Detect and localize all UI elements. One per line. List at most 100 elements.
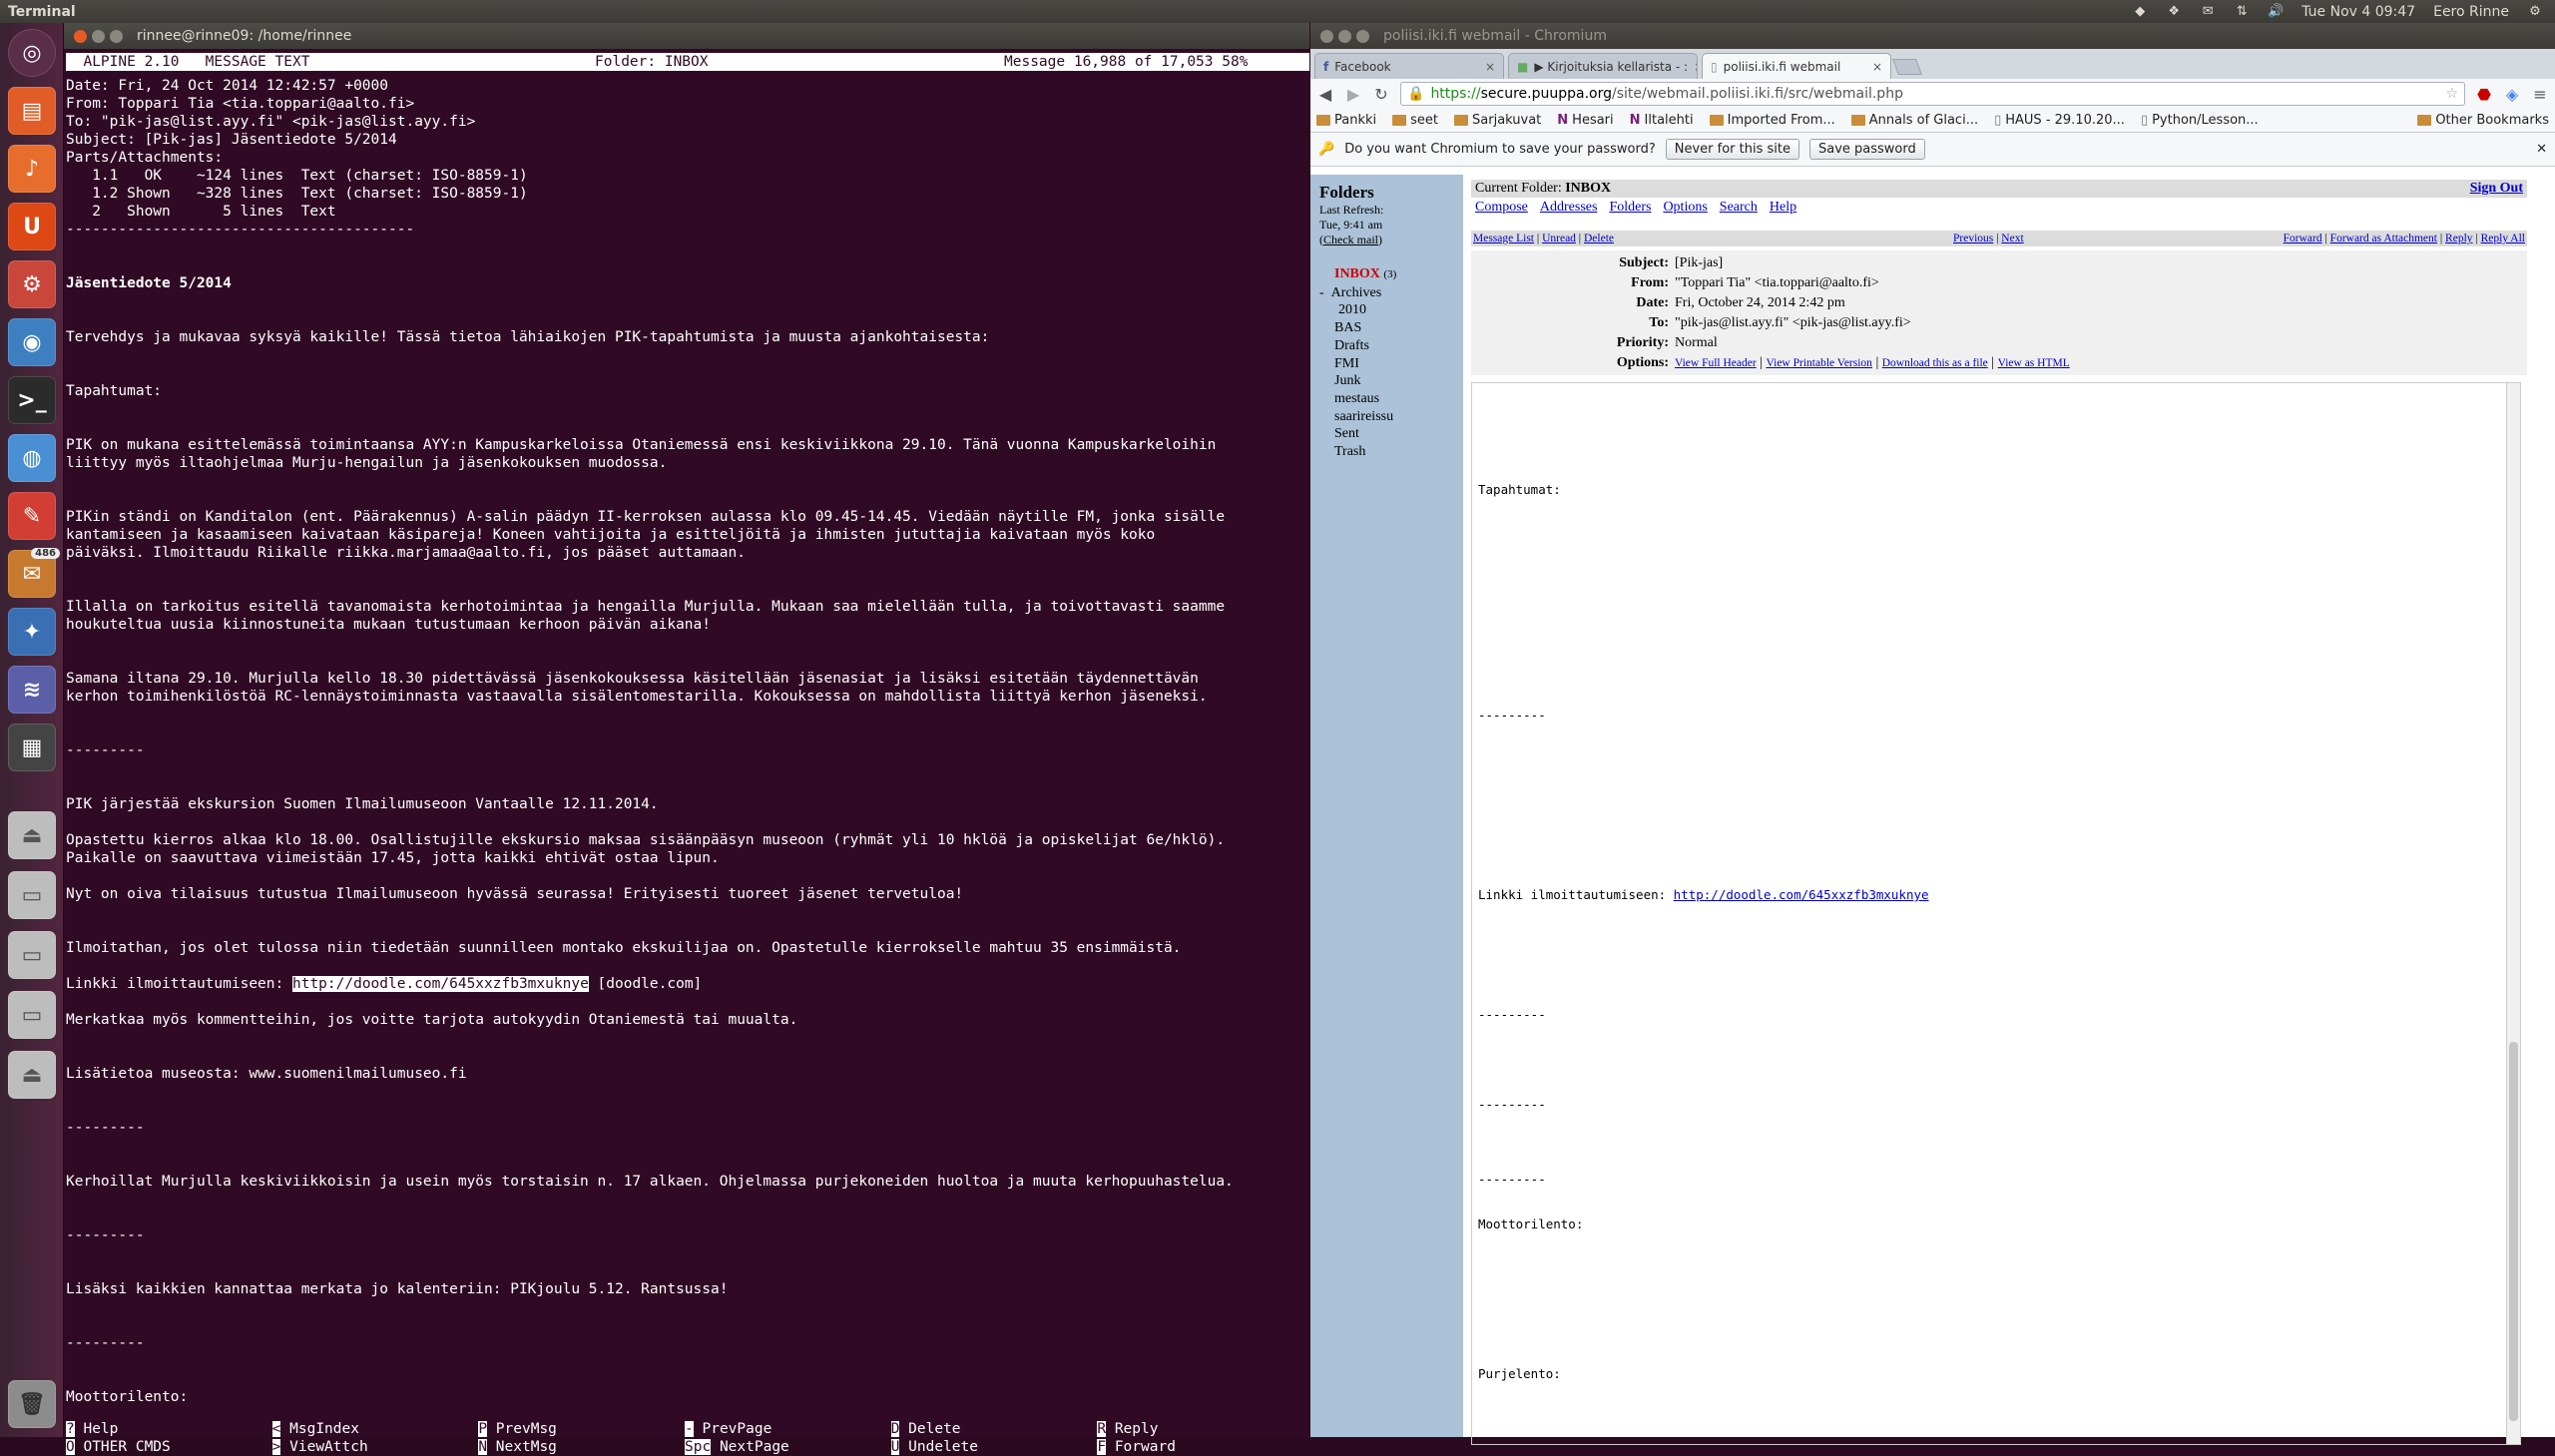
collapse-icon[interactable]: - — [1319, 285, 1331, 300]
google-icon[interactable]: ◈ — [2503, 85, 2521, 104]
settings-icon[interactable]: ⚙ — [8, 260, 56, 308]
transfer-icon[interactable]: ⇅ — [2234, 4, 2250, 19]
dropbox-icon[interactable]: ❖ — [2166, 4, 2182, 19]
menu-link-options[interactable]: Options — [1663, 200, 1707, 216]
chromium-window[interactable]: poliisi.iki.fi webmail - Chromium f Faceb… — [1310, 23, 2555, 1445]
doodle-link[interactable]: http://doodle.com/645xxzfb3mxuknye — [291, 976, 589, 992]
folder-item[interactable]: Trash — [1319, 443, 1454, 461]
scrollbar-thumb[interactable] — [2509, 1042, 2518, 1421]
terminal-titlebar[interactable]: rinnee@rinne09: /home/rinnee — [64, 23, 1309, 49]
close-icon[interactable] — [1320, 29, 1333, 43]
menu-link-folders[interactable]: Folders — [1609, 200, 1651, 216]
close-icon[interactable]: ✕ — [2536, 142, 2547, 157]
drive-icon[interactable]: ⏏ — [8, 811, 56, 859]
mail-icon[interactable]: ✉ 486 — [8, 548, 60, 598]
firefox-icon[interactable]: ◉ — [8, 318, 56, 366]
folder-item[interactable]: Drafts — [1319, 337, 1454, 355]
bookmark-item[interactable]: ▯ HAUS - 29.10.20... — [1994, 113, 2125, 128]
key-menu-item[interactable]: Spc NextPage — [685, 1438, 891, 1456]
clock[interactable]: Tue Nov 4 09:47 — [2301, 4, 2415, 20]
nav-link[interactable]: Previous — [1953, 233, 1993, 244]
bookmark-item[interactable]: ▯ Python/Lesson... — [2141, 113, 2259, 128]
user-menu[interactable]: Eero Rinne — [2433, 4, 2509, 20]
folder-item[interactable]: 2010 — [1319, 301, 1454, 319]
maximize-icon[interactable] — [1356, 29, 1369, 43]
bookmark-item[interactable]: N Iltalehti — [1630, 113, 1694, 128]
chromium-icon[interactable]: ◍ — [8, 434, 56, 482]
nav-link[interactable]: Forward as Attachment — [2330, 233, 2437, 244]
star-icon[interactable]: ☆ — [2445, 86, 2458, 102]
drive-icon[interactable]: ▭ — [8, 931, 56, 979]
nav-link[interactable]: Forward — [2284, 233, 2322, 244]
key-menu-item[interactable]: < MsgIndex — [271, 1420, 479, 1438]
key-menu-item[interactable]: O OTHER CMDS — [66, 1438, 272, 1456]
menu-icon[interactable]: ≡ — [2531, 85, 2549, 104]
never-save-button[interactable]: Never for this site — [1665, 139, 1799, 160]
folder-item[interactable]: Sent — [1319, 425, 1454, 443]
menu-link-help[interactable]: Help — [1770, 200, 1796, 216]
key-menu-item[interactable]: - PrevPage — [685, 1420, 891, 1438]
chromium-titlebar[interactable]: poliisi.iki.fi webmail - Chromium — [1310, 23, 2555, 49]
bookmark-item[interactable]: Pankki — [1316, 113, 1376, 128]
tab-kirjoituksia[interactable]: ■ ▶ Kirjoituksia kellarista - : × — [1508, 53, 1698, 79]
minimize-icon[interactable] — [1338, 29, 1351, 43]
volume-icon[interactable]: 🔊 — [2268, 4, 2284, 19]
workspace-icon[interactable]: ▦ — [8, 724, 56, 771]
mail-indicator-icon[interactable]: ✉ — [2200, 4, 2216, 19]
thunderbird-icon[interactable]: ✦ — [8, 608, 56, 656]
bookmark-item[interactable]: seet — [1392, 113, 1438, 128]
terminal-icon[interactable]: >_ — [8, 376, 56, 424]
key-menu-item[interactable]: U Undelete — [890, 1438, 1098, 1456]
key-menu-item[interactable]: F Forward — [1097, 1438, 1303, 1456]
tab-webmail[interactable]: ▯ poliisi.iki.fi webmail × — [1702, 53, 1891, 79]
folder-item[interactable]: saarireissu — [1319, 408, 1454, 426]
rhythmbox-icon[interactable]: ♪ — [8, 145, 56, 193]
menu-link-search[interactable]: Search — [1720, 200, 1758, 216]
ubuntu-one-icon[interactable]: U — [8, 203, 56, 250]
nav-link[interactable]: Reply All — [2481, 233, 2525, 244]
folder-inbox[interactable]: INBOX — [1334, 266, 1380, 281]
nav-link[interactable]: Download this as a file — [1882, 357, 1988, 369]
address-bar[interactable]: 🔒 https://secure.puuppa.org/site/webmail… — [1400, 82, 2465, 106]
nav-link[interactable]: Message List — [1473, 233, 1534, 244]
key-menu-item[interactable]: P PrevMsg — [478, 1420, 685, 1438]
folder-item[interactable]: Junk — [1319, 372, 1454, 390]
drive-icon[interactable]: ⏏ — [8, 1051, 56, 1099]
reload-icon[interactable]: ↻ — [1372, 85, 1390, 104]
tab-facebook[interactable]: f Facebook × — [1314, 53, 1504, 79]
forward-icon[interactable]: ▶ — [1344, 85, 1362, 104]
evince-icon[interactable]: ✎ — [8, 492, 56, 540]
nav-link[interactable]: View Printable Version — [1767, 357, 1872, 369]
bookmark-item[interactable]: Other Bookmarks — [2417, 113, 2549, 128]
trash-icon[interactable]: 🗑 — [8, 1380, 56, 1428]
doodle-link[interactable]: http://doodle.com/645xxzfb3mxuknye — [1674, 887, 1929, 902]
dash-icon[interactable]: ◎ — [8, 29, 56, 77]
new-tab-button[interactable] — [1892, 59, 1922, 75]
save-password-button[interactable]: Save password — [1808, 139, 1925, 160]
nav-link[interactable]: View as HTML — [1998, 357, 2070, 369]
folder-item[interactable]: - Archives — [1319, 284, 1454, 302]
bookmark-item[interactable]: Annals of Glaci... — [1850, 113, 1978, 128]
terminal-window[interactable]: rinnee@rinne09: /home/rinnee ALPINE 2.10… — [64, 23, 1309, 1455]
terminal-screen[interactable]: ALPINE 2.10 MESSAGE TEXT Folder: INBOX M… — [64, 49, 1309, 1455]
files-icon[interactable]: ▤ — [8, 87, 56, 135]
key-menu-item[interactable]: ? Help — [66, 1420, 272, 1438]
maximize-icon[interactable] — [110, 29, 123, 43]
minimize-icon[interactable] — [92, 29, 105, 43]
bookmark-item[interactable]: N Hesari — [1557, 113, 1613, 128]
network-icon[interactable]: ◆ — [2132, 4, 2148, 19]
bookmark-item[interactable]: Imported From... — [1709, 113, 1835, 128]
nav-link[interactable]: Unread — [1542, 233, 1576, 244]
body-scrollbar[interactable] — [2506, 383, 2520, 1444]
sign-out-link[interactable]: Sign Out — [2470, 181, 2523, 197]
folder-item[interactable]: mestaus — [1319, 390, 1454, 408]
folder-item[interactable]: BAS — [1319, 319, 1454, 337]
folder-item[interactable]: FMI — [1319, 355, 1454, 373]
nav-link[interactable]: Reply — [2445, 233, 2472, 244]
drive-icon[interactable]: ▭ — [8, 991, 56, 1039]
close-tab-icon[interactable]: × — [1872, 60, 1882, 74]
check-mail-link[interactable]: Check mail — [1323, 233, 1378, 246]
bookmark-item[interactable]: Sarjakuvat — [1454, 113, 1541, 128]
adblock-icon[interactable]: ⬣ — [2475, 85, 2493, 104]
nav-link[interactable]: Delete — [1584, 233, 1614, 244]
